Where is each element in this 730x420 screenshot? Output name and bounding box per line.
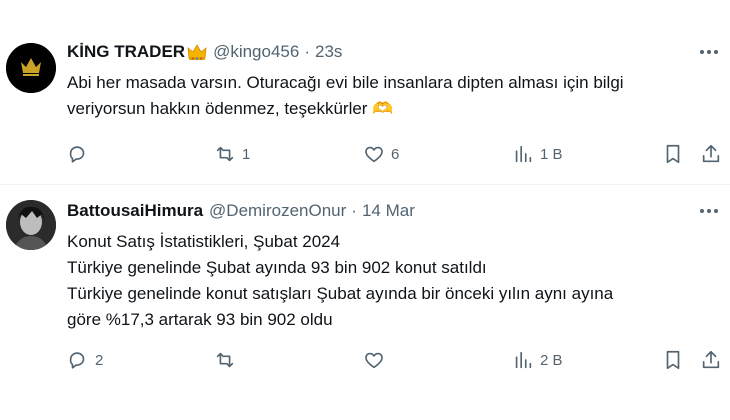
view-count: 2 B (540, 351, 563, 369)
author-name[interactable]: BattousaiHimura (67, 199, 203, 223)
repost-icon (216, 146, 234, 162)
like-button[interactable]: 6 (363, 139, 399, 169)
separator: · (351, 201, 357, 220)
tweet-text-line: Türkiye genelinde Şubat ayında 93 bin 90… (67, 258, 487, 277)
separator: · (304, 42, 310, 61)
like-button[interactable] (363, 345, 385, 375)
action-bar: 1 6 1 B (67, 139, 724, 169)
profile-photo-icon (6, 200, 56, 250)
like-count: 6 (391, 145, 400, 163)
reply-icon (69, 352, 85, 369)
author-handle[interactable]: @kingo456 (213, 40, 299, 64)
tweet-text-line: Konut Satış İstatistikleri, Şubat 2024 (67, 232, 341, 251)
bookmark-button[interactable] (662, 345, 684, 375)
heart-icon (365, 146, 383, 163)
repost-icon (216, 352, 234, 368)
avatar[interactable] (6, 43, 56, 93)
reply-icon (69, 146, 85, 163)
views-button[interactable]: 1 B (512, 139, 563, 169)
reply-count: 2 (95, 351, 104, 369)
share-icon (702, 144, 720, 163)
timestamp[interactable]: 23s (315, 40, 342, 64)
reply-button[interactable] (67, 139, 89, 169)
bookmark-icon (666, 144, 680, 164)
view-count: 1 B (540, 145, 563, 163)
bookmark-button[interactable] (662, 139, 684, 169)
bookmark-icon (666, 350, 680, 370)
action-bar: 2 2 B (67, 345, 724, 375)
heart-icon (365, 352, 383, 369)
tweet-text-line: göre %17,3 artarak 93 bin 902 oldu (67, 310, 333, 329)
share-button[interactable] (700, 139, 722, 169)
analytics-icon (515, 145, 532, 163)
tweet[interactable]: BattousaiHimura @DemirozenOnur · 14 Mar … (0, 185, 730, 420)
analytics-icon (515, 351, 532, 369)
tweet-text-line: Türkiye genelinde konut satışları Şubat … (67, 284, 614, 303)
share-icon (702, 350, 720, 369)
tweet-text: Konut Satış İstatistikleri, Şubat 2024 T… (67, 229, 720, 333)
tweet-text-line: Abi her masada varsın. Oturacağı evi bil… (67, 73, 624, 92)
author-name[interactable]: KİNG TRADER (67, 40, 185, 64)
crown-logo-icon (6, 43, 56, 93)
reply-button[interactable]: 2 (67, 345, 103, 375)
tweet[interactable]: KİNG TRADER @kingo456 · 23s Abi her masa… (0, 0, 730, 185)
tweet-text-line: veriyorsun hakkın ödenmez, teşekkürler 🫶 (67, 99, 394, 118)
tweet-text: Abi her masada varsın. Oturacağı evi bil… (67, 70, 720, 122)
repost-button[interactable] (214, 345, 236, 375)
more-options-icon[interactable] (698, 201, 720, 221)
share-button[interactable] (700, 345, 722, 375)
more-options-icon[interactable] (698, 42, 720, 62)
author-handle[interactable]: @DemirozenOnur (209, 199, 346, 223)
crown-emoji-icon (187, 44, 207, 60)
repost-count: 1 (242, 145, 251, 163)
views-button[interactable]: 2 B (512, 345, 563, 375)
timestamp[interactable]: 14 Mar (362, 199, 415, 223)
repost-button[interactable]: 1 (214, 139, 250, 169)
avatar[interactable] (6, 200, 56, 250)
